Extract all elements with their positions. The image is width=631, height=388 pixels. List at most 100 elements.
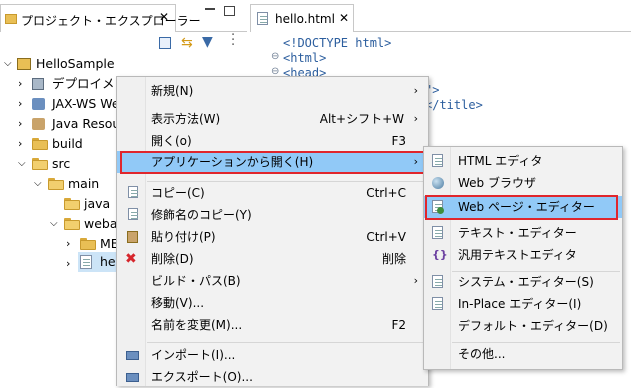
menu-item-import[interactable]: インポート(I)... — [117, 344, 428, 366]
submenu-item-in-place-editor[interactable]: In-Place エディター(I) — [424, 293, 622, 315]
menu-item-shortcut: F3 — [391, 134, 406, 148]
code-line: <!DOCTYPE html> — [283, 36, 392, 50]
explorer-tab[interactable]: プロジェクト・エクスプローラー ✕ — [0, 4, 201, 32]
submenu-item-text-editor[interactable]: テキスト・エディター — [424, 222, 622, 244]
system-editor-icon — [431, 275, 445, 289]
view-menu-icon[interactable]: · · · — [231, 29, 235, 52]
menu-item-label: 汎用テキストエディタ — [458, 248, 577, 262]
in-place-editor-icon — [431, 297, 445, 311]
submenu-item-generic-text-editor[interactable]: {} 汎用テキストエディタ — [424, 244, 622, 266]
chevron-down-icon: ⌵ — [4, 58, 12, 69]
menu-item-label: 移動(V)... — [151, 296, 205, 310]
menu-item-paste[interactable]: 貼り付け(P) Ctrl+V — [117, 226, 428, 248]
chevron-right-icon: › — [66, 237, 71, 250]
menu-item-label: 表示方法(W) — [151, 112, 221, 126]
annotation-highlight-box — [120, 151, 425, 174]
menu-item-label: HTML エディタ — [458, 154, 543, 168]
menu-item-label: コピー(C) — [151, 186, 205, 200]
code-line: </title> — [425, 98, 483, 112]
fold-icon[interactable]: ⊖ — [271, 51, 279, 62]
close-icon[interactable]: ✕ — [159, 10, 169, 24]
chevron-right-icon: › — [18, 117, 23, 130]
folder-icon — [32, 138, 48, 150]
menu-item-label: テキスト・エディター — [458, 226, 577, 240]
menu-item-label: その他... — [458, 347, 506, 361]
folder-open-icon — [48, 178, 64, 190]
menu-item-label: システム・エディター(S) — [458, 275, 594, 289]
menu-item-label: 削除(D) — [151, 252, 194, 266]
chevron-right-icon: › — [18, 77, 23, 90]
menu-item-rename[interactable]: 名前を変更(M)... F2 — [117, 314, 428, 336]
text-editor-icon — [431, 226, 445, 240]
menu-item-open[interactable]: 開く(o) F3 — [117, 130, 428, 152]
chevron-right-icon: › — [413, 112, 418, 125]
menu-item-label: In-Place エディター(I) — [458, 297, 582, 311]
menu-item-copy-qualified-name[interactable]: 修飾名のコピー(Y) — [117, 204, 428, 226]
submenu-item-other[interactable]: その他... — [424, 343, 622, 365]
submenu-item-default-editor[interactable]: デフォルト・エディター(D) — [424, 315, 622, 337]
submenu-item-web-browser[interactable]: Web ブラウザ — [424, 172, 622, 194]
menu-separator — [147, 342, 426, 343]
explorer-tab-icon — [5, 14, 17, 24]
menu-item-shortcut: Alt+シフト+W — [319, 112, 404, 126]
menu-item-copy[interactable]: コピー(C) Ctrl+C — [117, 182, 428, 204]
folder-icon — [80, 238, 96, 250]
context-menu: 新規(N) › 表示方法(W) Alt+シフト+W › 開く(o) F3 アプリ… — [116, 76, 429, 386]
menu-item-shortcut: F2 — [391, 318, 406, 332]
code-line: <html> — [283, 51, 327, 65]
maximize-icon[interactable] — [224, 6, 235, 16]
menu-item-delete[interactable]: ✖ 削除(D) 削除 — [117, 248, 428, 270]
menu-item-shortcut: 削除 — [381, 252, 406, 266]
globe-icon — [431, 176, 445, 190]
tree-label: build — [52, 136, 83, 151]
submenu-item-html-editor[interactable]: HTML エディタ — [424, 150, 622, 172]
chevron-down-icon: ⌵ — [50, 218, 58, 229]
import-icon — [125, 348, 139, 362]
menu-item-label: Web ブラウザ — [458, 176, 536, 190]
submenu-item-system-editor[interactable]: システム・エディター(S) — [424, 271, 622, 293]
folder-open-icon — [64, 198, 80, 210]
menu-item-label: 貼り付け(P) — [151, 230, 216, 244]
java-resources-icon — [32, 118, 45, 130]
minimize-icon[interactable] — [205, 8, 215, 10]
webservice-icon — [32, 98, 45, 110]
menu-item-show-in[interactable]: 表示方法(W) Alt+シフト+W › — [117, 108, 428, 130]
chevron-right-icon: › — [413, 274, 418, 287]
editor-tab-label: hello.html — [275, 12, 335, 26]
open-with-submenu: HTML エディタ Web ブラウザ Web ページ・エディター テキスト・エデ… — [423, 146, 623, 370]
menu-item-label: デフォルト・エディター(D) — [458, 319, 608, 333]
folder-open-icon — [64, 218, 80, 230]
filter-icon[interactable]: ▼ — [202, 34, 213, 50]
chevron-down-icon: ⌵ — [18, 158, 26, 169]
explorer-tab-label: プロジェクト・エクスプローラー — [21, 14, 201, 28]
export-icon — [125, 370, 139, 384]
copy-qualified-name-icon — [125, 208, 139, 222]
collapse-all-icon[interactable] — [159, 37, 171, 49]
tree-label: java — [84, 196, 111, 211]
tree-label: Java Resour — [52, 116, 126, 131]
menu-item-shortcut: Ctrl+V — [366, 230, 406, 244]
chevron-right-icon: › — [18, 97, 23, 110]
chevron-right-icon: › — [18, 137, 23, 150]
html-file-icon — [257, 12, 268, 25]
menu-item-label: 名前を変更(M)... — [151, 318, 243, 332]
chevron-right-icon: › — [413, 84, 418, 97]
tree-label: HelloSample — [36, 56, 115, 71]
menu-item-label: 修飾名のコピー(Y) — [151, 208, 252, 222]
editor-tab[interactable]: hello.html ✕ — [250, 4, 354, 32]
menu-item-build-path[interactable]: ビルド・パス(B) › — [117, 270, 428, 292]
html-editor-icon — [431, 154, 445, 168]
chevron-down-icon: ⌵ — [34, 178, 42, 189]
menu-item-label: ビルド・パス(B) — [151, 274, 241, 288]
link-with-editor-icon[interactable]: ⇆ — [181, 35, 193, 51]
menu-item-move[interactable]: 移動(V)... — [117, 292, 428, 314]
close-icon[interactable]: ✕ — [339, 11, 349, 25]
menu-item-new[interactable]: 新規(N) › — [117, 80, 428, 102]
menu-item-label: 開く(o) — [151, 134, 192, 148]
annotation-highlight-box — [425, 195, 618, 220]
folder-open-icon — [32, 158, 48, 170]
delete-icon: ✖ — [125, 251, 137, 267]
menu-item-label: 新規(N) — [151, 84, 194, 98]
tree-label: main — [68, 176, 100, 191]
chevron-right-icon: › — [66, 257, 71, 270]
